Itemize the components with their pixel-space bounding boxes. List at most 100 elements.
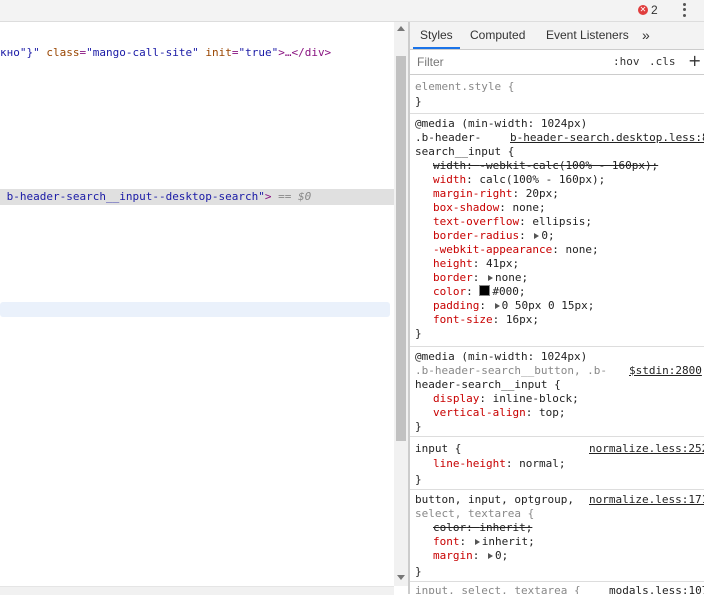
tab-computed[interactable]: Computed — [470, 22, 525, 49]
rule-selector-cont[interactable]: select, textarea { — [415, 507, 534, 521]
media-query: @media (min-width: 1024px) — [415, 117, 588, 130]
css-declaration[interactable]: text-overflow: ellipsis; — [433, 215, 592, 229]
css-declaration[interactable]: box-shadow: none; — [433, 201, 546, 215]
rule-source-link[interactable]: normalize.less:252 — [589, 442, 704, 456]
property-name[interactable]: text-overflow — [433, 215, 519, 228]
property-name[interactable]: box-shadow — [433, 201, 499, 214]
property-value[interactable]: none; — [565, 243, 598, 256]
property-name[interactable]: border — [433, 271, 473, 284]
css-declaration[interactable]: color: inherit; — [433, 521, 532, 535]
scrollbar-thumb[interactable] — [396, 56, 406, 441]
new-rule-icon[interactable]: + — [688, 51, 701, 70]
property-value[interactable]: 0; — [541, 229, 554, 242]
devtools-toolbar: ✕ 2 — [0, 0, 704, 22]
rule-selector[interactable]: element.style { — [415, 80, 514, 94]
css-declaration[interactable]: height: 41px; — [433, 257, 519, 271]
property-value[interactable]: inherit; — [482, 535, 535, 548]
css-declaration[interactable]: margin-right: 20px; — [433, 187, 559, 201]
property-name[interactable]: margin — [433, 549, 473, 562]
color-swatch[interactable] — [479, 285, 491, 296]
property-value[interactable]: inline-block; — [493, 392, 579, 405]
expand-shorthand-icon[interactable] — [474, 539, 480, 545]
property-value[interactable]: ellipsis; — [532, 215, 592, 228]
rule-selector-cont[interactable]: header-search__input { — [415, 378, 561, 392]
property-name[interactable]: -webkit-appearance — [433, 243, 552, 256]
property-value[interactable]: calc(100% - 160px); — [479, 173, 605, 186]
scroll-up-icon[interactable] — [397, 26, 405, 31]
selected-dom-node[interactable]: b-header-search__input--desktop-search">… — [0, 189, 394, 205]
property-name[interactable]: margin-right — [433, 187, 512, 200]
css-declaration[interactable]: color: #000; — [433, 285, 526, 299]
property-value[interactable]: 41px; — [486, 257, 519, 270]
elements-scrollbar[interactable] — [394, 22, 408, 586]
property-name[interactable]: padding — [433, 299, 479, 312]
css-declaration[interactable]: font-size: 16px; — [433, 313, 539, 327]
selected-node-marker: == $0 — [271, 190, 312, 203]
sidebar-tabs: Styles Computed Event Listeners » — [410, 22, 704, 50]
property-name[interactable]: border-radius — [433, 229, 519, 242]
property-name[interactable]: height — [433, 257, 473, 270]
property-value[interactable]: top; — [539, 406, 566, 419]
property-name[interactable]: color — [433, 521, 466, 534]
property-value[interactable]: 20px; — [526, 187, 559, 200]
property-name[interactable]: vertical-align — [433, 406, 526, 419]
css-declaration[interactable]: margin: 0; — [433, 549, 508, 563]
property-value[interactable]: 0; — [495, 549, 508, 562]
property-name[interactable]: line-height — [433, 457, 506, 470]
property-value[interactable]: normal; — [519, 457, 565, 470]
class-toggle[interactable]: .cls — [649, 55, 676, 68]
css-declaration[interactable]: vertical-align: top; — [433, 406, 565, 420]
css-rule: button, input, optgroup, normalize.less:… — [410, 490, 704, 582]
property-name[interactable]: font-size — [433, 313, 493, 326]
property-name[interactable]: width — [433, 173, 466, 186]
property-name[interactable]: font — [433, 535, 460, 548]
property-value[interactable]: none; — [495, 271, 528, 284]
more-options-icon[interactable] — [679, 2, 689, 18]
css-declaration[interactable]: width: -webkit-calc(100% - 160px); — [433, 159, 658, 173]
rule-selector[interactable]: input, select, textarea { — [415, 584, 581, 594]
rule-selector[interactable]: input { — [415, 442, 461, 456]
rule-source-link[interactable]: b-header-search.desktop.less:8 — [510, 131, 704, 145]
filter-input[interactable] — [417, 55, 597, 69]
rule-source-link[interactable]: normalize.less:171 — [589, 493, 704, 507]
tab-event-listeners[interactable]: Event Listeners — [546, 22, 629, 49]
property-value[interactable]: none; — [512, 201, 545, 214]
hover-state-toggle[interactable]: :hov — [613, 55, 640, 68]
css-declaration[interactable]: -webkit-appearance: none; — [433, 243, 599, 257]
hovered-dom-node[interactable] — [0, 302, 390, 317]
property-value[interactable]: 16px; — [506, 313, 539, 326]
property-value[interactable]: #000; — [492, 285, 525, 298]
rule-selector[interactable]: .b-header-search__button, .b- — [415, 364, 607, 378]
expand-shorthand-icon[interactable] — [534, 233, 540, 239]
tab-styles[interactable]: Styles — [420, 22, 453, 49]
rule-close: } — [415, 565, 422, 578]
property-name[interactable]: width — [433, 159, 466, 172]
rule-source-link[interactable]: $stdin:2800 — [629, 364, 702, 378]
css-declaration[interactable]: border: none; — [433, 271, 528, 285]
css-declaration[interactable]: font: inherit; — [433, 535, 535, 549]
css-declaration[interactable]: border-radius: 0; — [433, 229, 555, 243]
expand-shorthand-icon[interactable] — [494, 303, 500, 309]
property-value[interactable]: -webkit-calc(100% - 160px); — [479, 159, 658, 172]
rule-source-link[interactable]: modals.less:107 — [609, 584, 704, 594]
property-name[interactable]: display — [433, 392, 479, 405]
dom-node-line[interactable]: кно"}" class="mango-call-site" init="tru… — [0, 45, 331, 61]
css-declaration[interactable]: display: inline-block; — [433, 392, 579, 406]
property-value[interactable]: 0 50px 0 15px; — [502, 299, 595, 312]
rule-selector-cont[interactable]: search__input { — [415, 145, 514, 159]
css-declaration[interactable]: padding: 0 50px 0 15px; — [433, 299, 594, 313]
more-tabs-icon[interactable]: » — [642, 22, 650, 49]
elements-tree: кно"}" class="mango-call-site" init="tru… — [0, 22, 394, 586]
css-rule: input, select, textarea { modals.less:10… — [410, 582, 704, 594]
property-name[interactable]: color — [433, 285, 466, 298]
rule-selector[interactable]: button, input, optgroup, — [415, 493, 574, 507]
css-declaration[interactable]: width: calc(100% - 160px); — [433, 173, 605, 187]
expand-shorthand-icon[interactable] — [488, 275, 493, 281]
rule-selector[interactable]: .b-header- — [415, 131, 481, 145]
property-value[interactable]: inherit; — [479, 521, 532, 534]
error-counter[interactable]: ✕ 2 — [638, 3, 658, 17]
expand-shorthand-icon[interactable] — [488, 553, 493, 559]
css-rule: input { normalize.less:252 line-height: … — [410, 437, 704, 490]
scroll-down-icon[interactable] — [397, 575, 405, 580]
css-declaration[interactable]: line-height: normal; — [433, 457, 565, 471]
